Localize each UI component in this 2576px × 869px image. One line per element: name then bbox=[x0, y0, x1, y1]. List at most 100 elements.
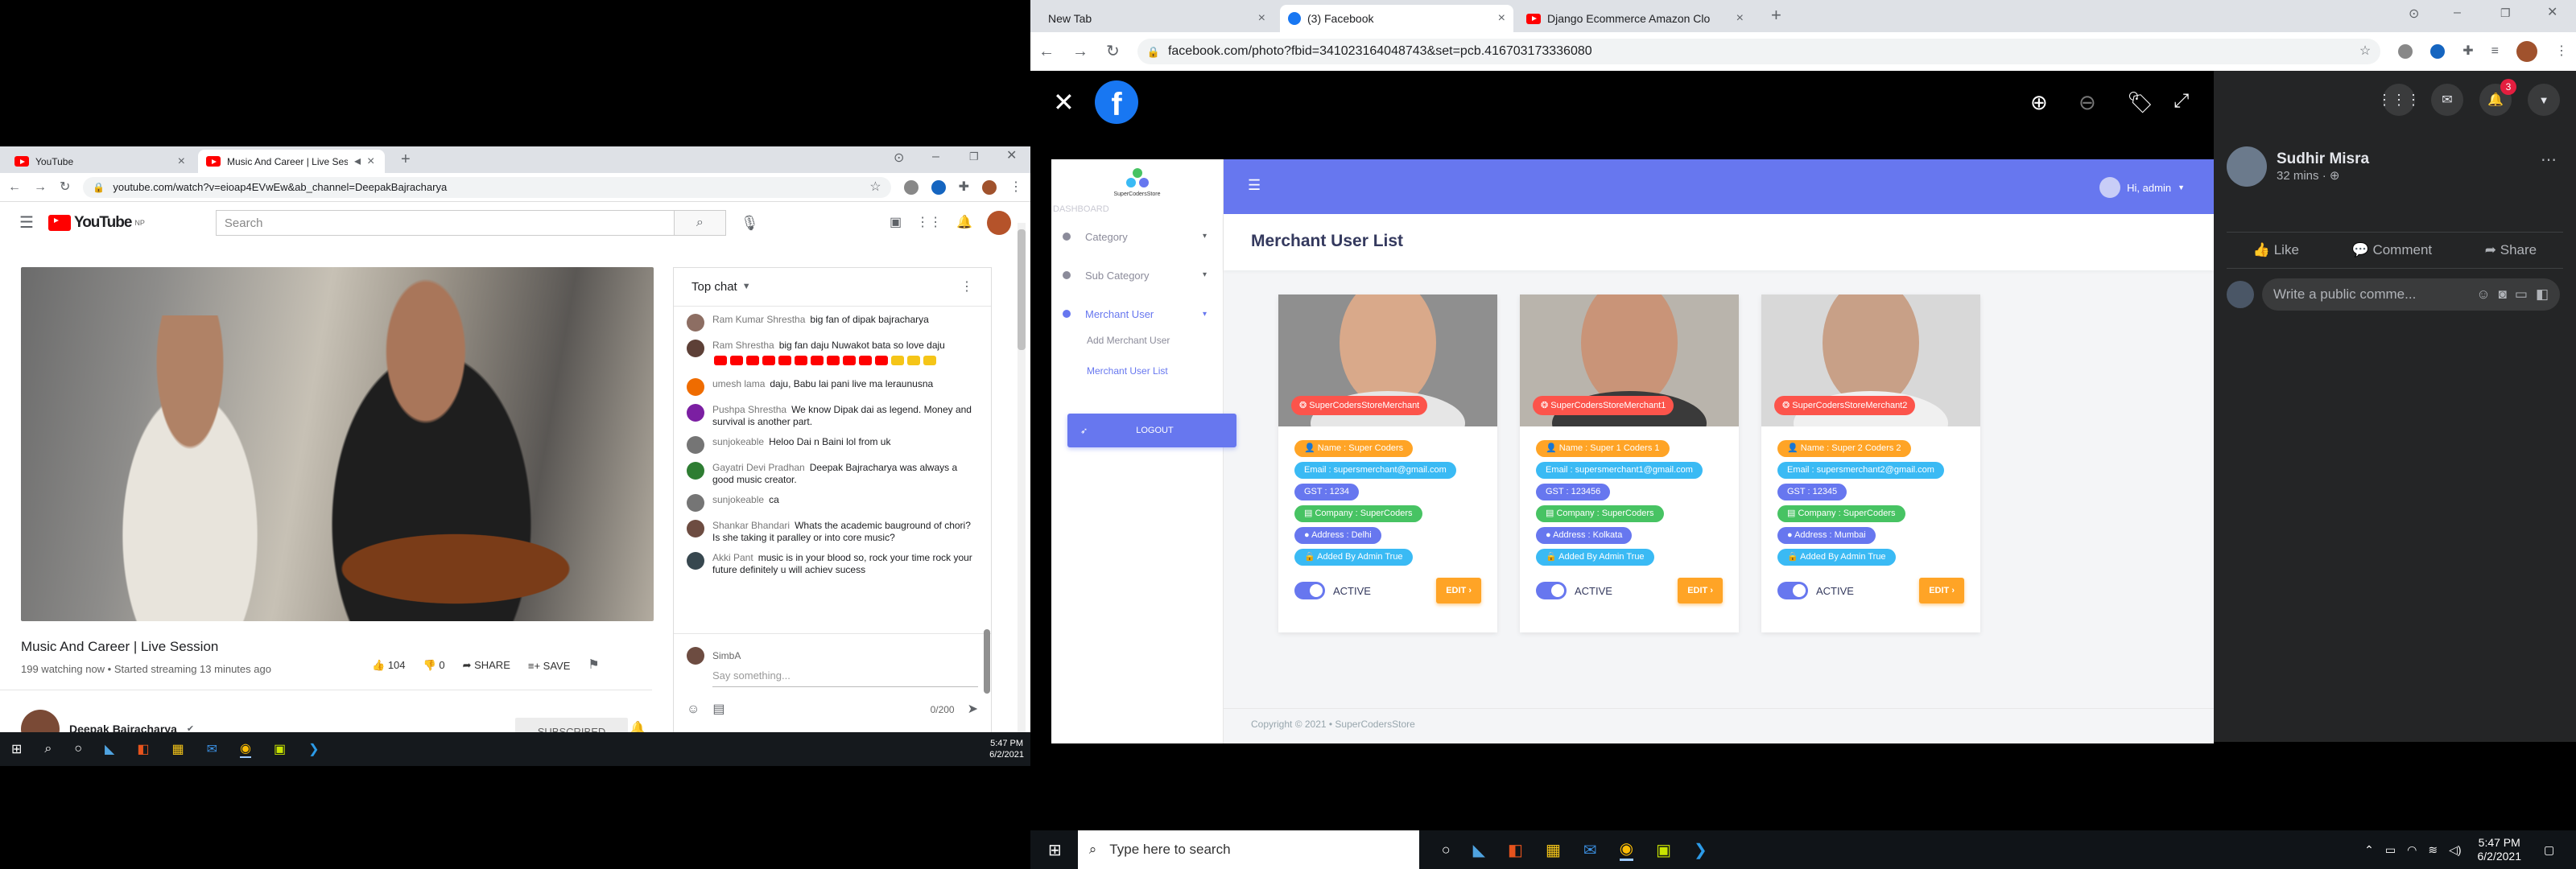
chrome-icon[interactable]: ◉ bbox=[240, 740, 251, 758]
store-icon[interactable]: ▦ bbox=[1546, 840, 1561, 860]
camera-icon[interactable]: ◙ bbox=[2499, 286, 2507, 303]
emoji-icon[interactable]: ☺ bbox=[2476, 286, 2490, 303]
office-icon[interactable]: ◧ bbox=[1508, 840, 1523, 860]
dislike-button[interactable]: 👎 0 bbox=[423, 659, 445, 672]
new-tab-icon[interactable]: + bbox=[401, 151, 411, 167]
search-icon[interactable]: ⌕ bbox=[44, 742, 52, 756]
edit-button[interactable]: EDIT › bbox=[1919, 578, 1964, 603]
caret-down-icon[interactable]: ▼ bbox=[742, 282, 751, 291]
task-view-icon[interactable]: ○ bbox=[74, 742, 82, 756]
chat-message[interactable]: Gayatri Devi Pradhan Deepak Bajracharya w… bbox=[674, 458, 991, 490]
new-tab-icon[interactable]: + bbox=[1771, 6, 1781, 24]
notifications-bell-icon[interactable]: 🔔 bbox=[956, 216, 972, 229]
sidebar-item-sub-category[interactable]: Sub Category ▾ bbox=[1051, 256, 1223, 294]
tab-search-icon[interactable]: ⊙ bbox=[894, 152, 904, 165]
window-close-icon[interactable]: ✕ bbox=[2547, 6, 2557, 19]
chat-message[interactable]: Ram Kumar Shrestha big fan of dipak bajra… bbox=[674, 310, 991, 336]
author-avatar[interactable] bbox=[2227, 146, 2267, 187]
forward-icon[interactable]: → bbox=[1072, 43, 1088, 60]
mail-icon[interactable]: ✉ bbox=[207, 741, 217, 757]
right-address-bar[interactable]: 🔒 facebook.com/photo?fbid=34102316404874… bbox=[1137, 39, 2381, 64]
tab-youtube[interactable]: YouTube × bbox=[6, 150, 193, 173]
more-options-icon[interactable]: ⋯ bbox=[2541, 150, 2557, 170]
account-avatar[interactable] bbox=[987, 211, 1011, 235]
messenger-icon[interactable]: ✉ bbox=[2431, 84, 2463, 116]
fullscreen-icon[interactable]: ⤢ bbox=[2174, 90, 2189, 113]
brand-logo[interactable]: SuperCodersStore bbox=[1051, 159, 1223, 204]
tab-django-ecommerce[interactable]: Django Ecommerce Amazon Clo × bbox=[1518, 5, 1752, 32]
vscode-icon[interactable]: ❯ bbox=[308, 741, 319, 757]
apps-grid-icon[interactable]: ⋮⋮ bbox=[916, 216, 942, 229]
close-viewer-icon[interactable]: ✕ bbox=[1053, 87, 1075, 117]
page-scrollbar[interactable] bbox=[1018, 223, 1026, 746]
tag-icon[interactable]: 🏷 bbox=[2127, 90, 2153, 115]
gif-icon[interactable]: ▭ bbox=[2515, 286, 2528, 303]
forward-icon[interactable]: → bbox=[34, 180, 47, 194]
tray-chevron-icon[interactable]: ⌃ bbox=[2364, 843, 2374, 857]
clock-date[interactable]: 6/2/2021 bbox=[2478, 850, 2522, 863]
tab-facebook[interactable]: (3) Facebook × bbox=[1280, 5, 1513, 32]
hamburger-menu-icon[interactable]: ☰ bbox=[19, 215, 34, 231]
zoom-out-icon[interactable]: ⊖ bbox=[2079, 90, 2096, 115]
app-icon[interactable]: ◣ bbox=[1473, 840, 1485, 860]
notifications-icon[interactable]: 🔔 3 bbox=[2479, 79, 2516, 116]
sidebar-item-merchant-user[interactable]: Merchant User ▾ bbox=[1051, 294, 1223, 333]
user-menu[interactable]: Hi, admin ▼ bbox=[2099, 177, 2185, 198]
comment-input[interactable]: Write a public comme... ☺ ◙ ▭ ◧ bbox=[2262, 278, 2560, 311]
back-icon[interactable]: ← bbox=[1038, 43, 1055, 60]
clock-time[interactable]: 5:47 PM bbox=[989, 738, 1024, 749]
chat-mode-dropdown[interactable]: Top chat bbox=[691, 280, 737, 294]
comment-button[interactable]: 💬 Comment bbox=[2352, 242, 2433, 258]
paint-icon[interactable]: ▣ bbox=[1656, 840, 1671, 860]
chat-message[interactable]: sunjokeable Heloo Dai n Baini lol from uk bbox=[674, 432, 991, 458]
puzzle-extensions-icon[interactable]: ✚ bbox=[2462, 45, 2473, 58]
bookmark-star-icon[interactable]: ☆ bbox=[2359, 45, 2371, 58]
video-player[interactable] bbox=[21, 267, 654, 621]
task-view-icon[interactable]: ○ bbox=[1442, 842, 1451, 859]
tab-search-icon[interactable]: ⊙ bbox=[2409, 8, 2419, 21]
youtube-search-input[interactable]: Search bbox=[215, 210, 675, 236]
emoji-icon[interactable]: ☺ bbox=[687, 703, 700, 716]
action-center-icon[interactable]: ▢ bbox=[2544, 843, 2576, 857]
windows-start-icon[interactable]: ⊞ bbox=[11, 741, 22, 757]
chat-message[interactable]: Shankar Bhandari Whats the academic baugr… bbox=[674, 516, 991, 548]
puzzle-extensions-icon[interactable]: ✚ bbox=[959, 180, 969, 194]
close-icon[interactable]: × bbox=[1498, 12, 1505, 25]
profile-avatar[interactable] bbox=[982, 179, 997, 195]
like-button[interactable]: 👍 Like bbox=[2253, 242, 2299, 258]
close-icon[interactable]: × bbox=[178, 154, 185, 168]
sticker-icon[interactable]: ◧ bbox=[2536, 286, 2549, 303]
chat-more-icon[interactable]: ⋮ bbox=[960, 280, 973, 294]
edit-button[interactable]: EDIT › bbox=[1678, 578, 1723, 603]
reload-icon[interactable]: ↻ bbox=[60, 180, 70, 194]
close-icon[interactable]: × bbox=[1258, 12, 1265, 25]
vscode-icon[interactable]: ❯ bbox=[1694, 840, 1707, 860]
close-icon[interactable]: × bbox=[367, 154, 374, 168]
office-icon[interactable]: ◧ bbox=[137, 741, 149, 757]
zoom-in-icon[interactable]: ⊕ bbox=[2030, 90, 2048, 115]
youtube-logo[interactable]: YouTube NP bbox=[47, 214, 145, 232]
sidebar-subitem-merchant-list[interactable]: Merchant User List bbox=[1051, 346, 1223, 377]
audio-icon[interactable]: ◂ bbox=[354, 154, 361, 168]
logout-button[interactable]: ➶ LOGOUT bbox=[1067, 414, 1236, 447]
reload-icon[interactable]: ↻ bbox=[1106, 43, 1120, 60]
chat-scrollbar[interactable] bbox=[984, 275, 990, 758]
chat-message-input[interactable]: Say something... bbox=[712, 669, 978, 687]
active-toggle[interactable] bbox=[1294, 582, 1325, 599]
wifi-icon[interactable]: ≋ bbox=[2428, 843, 2438, 857]
tab-new-tab[interactable]: New Tab × bbox=[1040, 5, 1274, 32]
windows-start-icon[interactable]: ⊞ bbox=[1048, 840, 1062, 860]
extension-icon[interactable] bbox=[2398, 44, 2413, 59]
back-icon[interactable]: ← bbox=[8, 180, 21, 194]
sidebar-toggle-icon[interactable]: ☰ bbox=[1248, 177, 1261, 194]
bookmark-star-icon[interactable]: ☆ bbox=[869, 180, 881, 194]
left-address-bar[interactable]: 🔒 youtube.com/watch?v=eioap4EVwEw&ab_cha… bbox=[83, 176, 891, 198]
volume-icon[interactable]: ◁) bbox=[2449, 843, 2461, 857]
menu-grid-icon[interactable]: ⋮⋮⋮ bbox=[2377, 84, 2421, 116]
author-name[interactable]: Sudhir Misra bbox=[2277, 150, 2369, 168]
store-icon[interactable]: ▦ bbox=[171, 741, 184, 757]
tab-music-career[interactable]: Music And Career | Live Session ◂ × bbox=[198, 150, 385, 173]
search-button[interactable]: ⌕ bbox=[674, 210, 726, 236]
send-icon[interactable]: ➤ bbox=[968, 703, 978, 716]
app-icon[interactable]: ◣ bbox=[105, 741, 114, 757]
